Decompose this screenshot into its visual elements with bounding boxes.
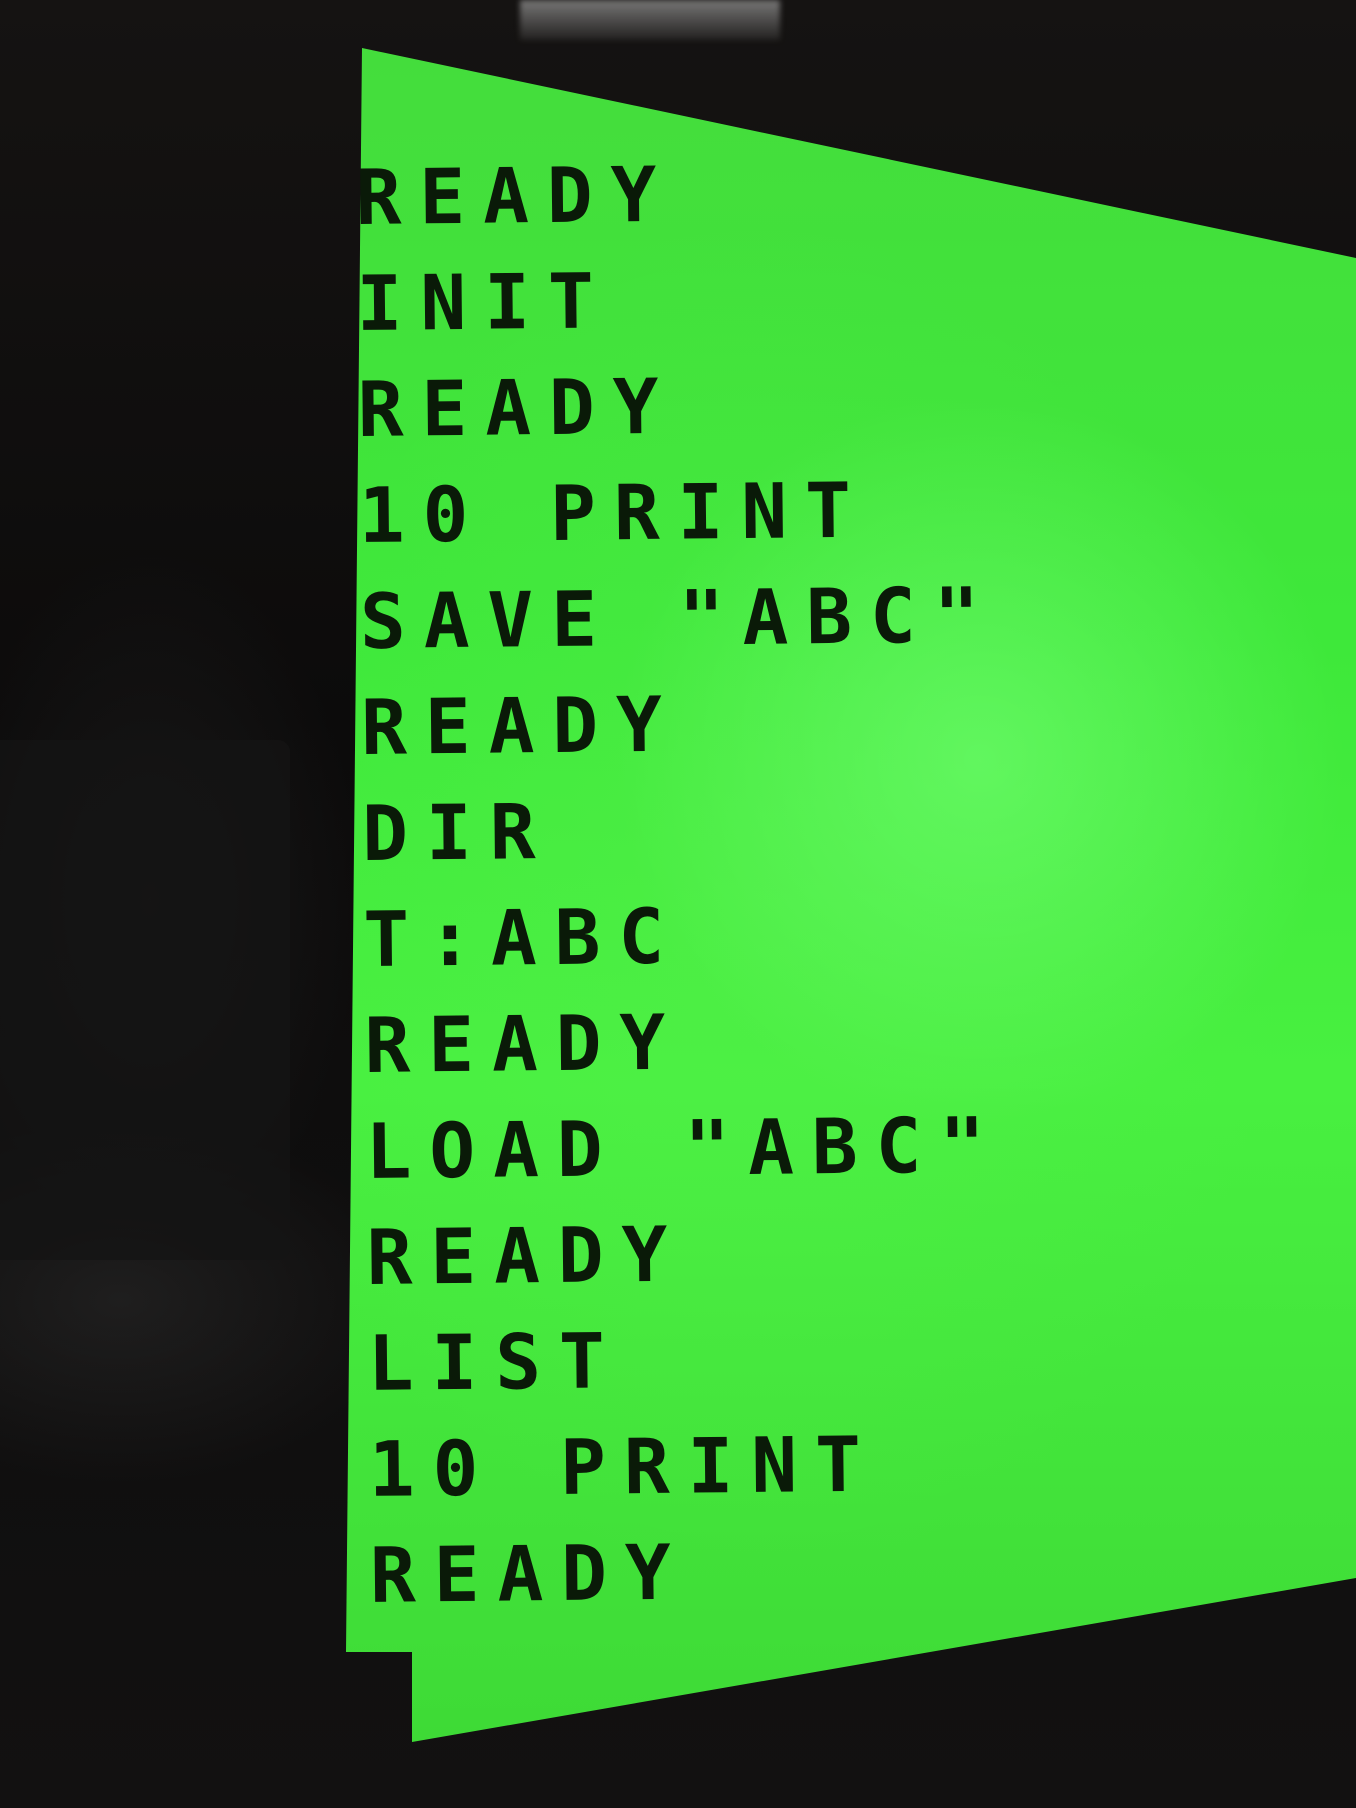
terminal-line-ready: READY [360,679,681,772]
terminal-line-ready: READY [357,361,677,454]
terminal-line-dir: DIR [361,786,554,878]
terminal-line-program: 10 PRINT [368,1419,880,1514]
background-object [0,740,290,1260]
terminal-line-ready: READY [366,1209,686,1302]
terminal-line-program: 10 PRINT [358,465,870,560]
terminal-line-load: LOAD "ABC" [365,1100,1004,1196]
terminal-line-save: SAVE "ABC" [359,570,998,666]
terminal-output: READY INIT READY 10 PRINT SAVE "ABC" REA… [355,138,1008,1629]
terminal-line-ready: READY [355,149,675,242]
terminal-line-ready: READY [363,997,684,1090]
terminal-line-ready: READY [369,1527,690,1620]
terminal-line-directory-entry: T:ABC [362,891,683,984]
light-reflection [520,0,780,40]
terminal-line-list: LIST [367,1316,624,1408]
terminal-line-init: INIT [356,256,613,348]
